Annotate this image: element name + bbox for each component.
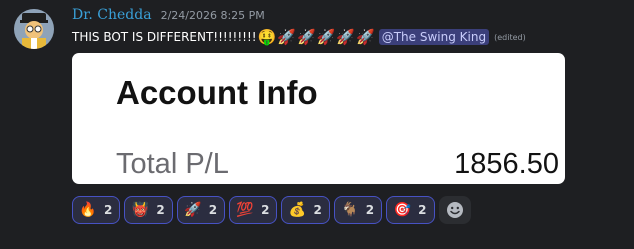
message-header: Dr. Chedda 2/24/2026 8:25 PM — [72, 7, 265, 27]
reaction-goat[interactable]: 🐐 2 — [333, 196, 383, 224]
reaction-count: 2 — [313, 203, 322, 217]
fire-icon: 🔥 — [79, 202, 97, 218]
reaction-count: 2 — [208, 203, 218, 217]
add-reaction-button[interactable] — [438, 196, 471, 224]
reaction-count: 2 — [104, 203, 113, 217]
message-content: THIS BOT IS DIFFERENT!!!!!!!!! 🤑 🚀 🚀 🚀 🚀… — [72, 26, 526, 48]
goat-icon: 🐐 — [341, 202, 359, 218]
rocket-icon: 🚀 — [356, 27, 375, 46]
message-text: THIS BOT IS DIFFERENT!!!!!!!!! — [72, 30, 257, 44]
money-bag-icon: 💰 — [288, 202, 307, 218]
edited-label: (edited) — [494, 32, 526, 42]
reaction-rocket[interactable]: 🚀 2 — [176, 196, 226, 224]
rocket-icon: 🚀 — [184, 202, 202, 218]
rocket-icon: 🚀 — [296, 27, 316, 46]
rocket-icon: 🚀 — [277, 27, 296, 46]
reaction-hundred[interactable]: 💯 2 — [229, 196, 278, 224]
reaction-money-bag[interactable]: 💰 2 — [281, 196, 330, 224]
rocket-icon: 🚀 — [336, 27, 356, 46]
reaction-count: 2 — [156, 203, 165, 217]
reaction-bullseye[interactable]: 🎯 2 — [386, 196, 435, 224]
reaction-fire[interactable]: 🔥 2 — [72, 196, 121, 224]
user-mention[interactable]: @The Swing King — [378, 29, 490, 45]
bullseye-icon: 🎯 — [393, 202, 411, 218]
avatar[interactable] — [14, 9, 54, 49]
reaction-demon-mask[interactable]: 👹 2 — [124, 196, 173, 224]
reaction-count: 2 — [261, 203, 270, 217]
reaction-count: 2 — [365, 203, 375, 217]
reaction-count: 2 — [418, 203, 427, 217]
total-pl-label: Total P/L — [116, 148, 229, 180]
account-info-embed[interactable]: Account Info Total P/L 1856.50 — [72, 53, 565, 184]
hundred-points-icon: 💯 — [236, 202, 254, 218]
smiley-icon — [446, 202, 463, 218]
money-mouth-face-icon: 🤑 — [257, 27, 277, 46]
total-pl-value: 1856.50 — [454, 148, 559, 180]
demon-mask-icon: 👹 — [131, 202, 150, 218]
embed-title: Account Info — [116, 74, 318, 111]
author-name[interactable]: Dr. Chedda — [72, 7, 152, 23]
reactions-bar: 🔥 2 👹 2 🚀 2 💯 2 💰 2 🐐 2 🎯 2 — [72, 196, 471, 224]
message-timestamp: 2/24/2026 8:25 PM — [160, 9, 265, 22]
rocket-icon: 🚀 — [316, 27, 336, 46]
